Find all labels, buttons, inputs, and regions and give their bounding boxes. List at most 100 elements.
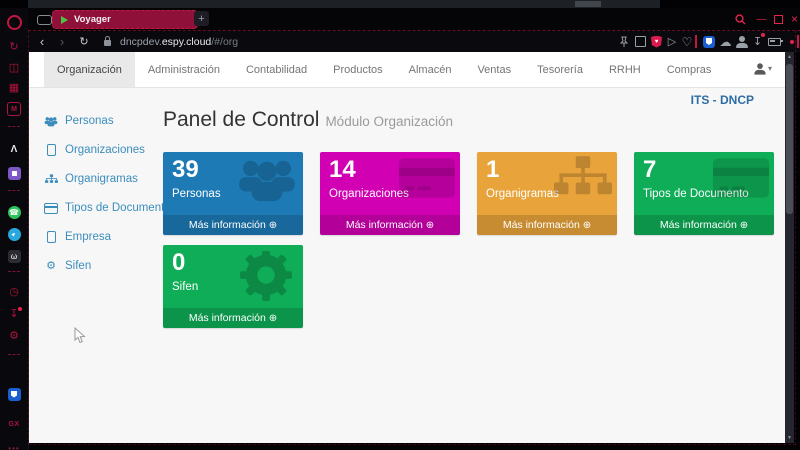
scroll-up-icon[interactable]: ▲: [785, 54, 794, 60]
opera-logo-icon[interactable]: [0, 14, 28, 30]
maximize-icon[interactable]: [771, 12, 786, 26]
page-heading: Panel de ControlMódulo Organización: [163, 108, 453, 132]
plus-circle-icon: ⊕: [269, 220, 277, 231]
cloud-extension-icon[interactable]: ☁: [718, 31, 733, 52]
sidebar-item-personas[interactable]: Personas: [44, 113, 114, 129]
url-field[interactable]: dncpdev.espy.cloud/#/org: [120, 31, 238, 52]
gx-logo-icon[interactable]: GX: [0, 416, 28, 432]
tab-tiling-icon[interactable]: [37, 15, 52, 25]
telegram-icon[interactable]: ▸: [0, 226, 28, 242]
sidebar-item-label: Sifen: [65, 260, 91, 272]
more-info-label: Más información: [189, 312, 266, 324]
bitwarden-extension-icon[interactable]: [701, 31, 717, 52]
page-title: Panel de Control: [163, 108, 319, 131]
bitwarden-icon[interactable]: [0, 386, 28, 402]
scrollbar-thumb[interactable]: [786, 64, 793, 214]
sidebar-item-empresa[interactable]: Empresa: [44, 229, 111, 245]
snapshot-icon[interactable]: [633, 31, 647, 52]
credit-card-icon: [44, 203, 58, 214]
grid-icon[interactable]: ▦: [0, 80, 28, 96]
screen: ↻ ◫ ▦ M Λ ☎ ▸ ω ◷ ↧ ⚙ GX ••• Voyager + —…: [0, 0, 800, 450]
browser-tab[interactable]: Voyager: [52, 10, 198, 29]
twitch-icon[interactable]: [0, 165, 28, 181]
page-scrollbar[interactable]: ▲ ▼: [785, 52, 794, 443]
scroll-down-icon[interactable]: ▼: [785, 435, 794, 441]
more-info-link[interactable]: Más información ⊕: [477, 215, 617, 235]
more-info-link[interactable]: Más información ⊕: [163, 308, 303, 328]
tab-title: Voyager: [74, 14, 111, 25]
accent-divider: [694, 31, 698, 52]
sidebar-more-icon[interactable]: •••: [0, 440, 28, 450]
tab-organizacion[interactable]: Organización: [44, 52, 135, 87]
sidebar-divider: [8, 126, 20, 127]
sidebar-item-organigramas[interactable]: Organigramas: [44, 171, 138, 187]
web-page: Organización Administración Contabilidad…: [29, 52, 785, 443]
plus-circle-icon: ⊕: [583, 220, 591, 231]
back-icon[interactable]: ‹: [34, 31, 50, 52]
more-info-label: Más información: [660, 219, 737, 231]
tab-contabilidad[interactable]: Contabilidad: [233, 52, 320, 87]
users-icon: [44, 116, 58, 127]
background-window-strip: [28, 0, 660, 8]
downloads-icon[interactable]: ↧: [0, 306, 28, 322]
favorites-heart-icon[interactable]: ♡: [680, 31, 694, 52]
battery-icon[interactable]: [766, 31, 782, 52]
minimize-icon[interactable]: —: [754, 12, 769, 26]
more-info-link[interactable]: Más información ⊕: [634, 215, 774, 235]
sitemap-icon: [44, 174, 58, 184]
url-path: /#/org: [211, 36, 238, 48]
tab-rrhh[interactable]: RRHH: [596, 52, 654, 87]
adblock-shield-icon[interactable]: ♥: [649, 31, 664, 52]
user-menu[interactable]: ▾: [757, 63, 772, 74]
tab-almacen[interactable]: Almacén: [396, 52, 465, 87]
sidebar-item-label: Empresa: [65, 231, 111, 243]
aria-ai-icon[interactable]: Λ: [0, 141, 28, 157]
whatsapp-icon[interactable]: ☎: [0, 204, 28, 220]
reload-icon[interactable]: ↻: [76, 31, 92, 52]
sidebar-item-sifen[interactable]: ⚙Sifen: [44, 258, 91, 274]
new-tab-button[interactable]: +: [194, 11, 209, 26]
url-domain: espy.cloud: [162, 36, 211, 48]
m-site-icon[interactable]: M: [0, 101, 28, 117]
credit-card-icon: [399, 156, 455, 205]
app-navbar: Organización Administración Contabilidad…: [29, 52, 785, 88]
account-label: ITS - DNCP: [691, 93, 754, 107]
sidebar-item-tipos-de-documento[interactable]: Tipos de Documento: [44, 200, 171, 216]
card-personas: 39 Personas Más información ⊕: [163, 152, 303, 235]
gx-corner-icon[interactable]: ◫: [0, 60, 28, 76]
discord-icon[interactable]: ω: [0, 248, 28, 264]
more-info-link[interactable]: Más información ⊕: [320, 215, 460, 235]
tab-ventas[interactable]: Ventas: [464, 52, 524, 87]
sidebar-item-organizaciones[interactable]: Organizaciones: [44, 142, 145, 158]
speed-dial-icon[interactable]: ↻: [0, 39, 28, 55]
card-organigramas: 1 Organigramas Más información ⊕: [477, 152, 617, 235]
sidebar-divider: [8, 354, 20, 355]
pin-icon[interactable]: [617, 31, 631, 52]
tab-compras[interactable]: Compras: [654, 52, 725, 87]
url-prefix: dncpdev.: [120, 36, 162, 48]
more-info-link[interactable]: Más información ⊕: [163, 215, 303, 235]
forward-icon[interactable]: ›: [54, 31, 70, 52]
sidebar-play-icon[interactable]: ▷: [665, 31, 679, 52]
profile-extension-icon[interactable]: [734, 31, 749, 52]
sidebar-item-label: Tipos de Documento: [65, 202, 171, 214]
card-value: 14: [329, 156, 356, 184]
tablet-icon: [44, 231, 58, 243]
card-value: 0: [172, 249, 185, 277]
history-icon[interactable]: ◷: [0, 284, 28, 300]
users-icon: [236, 156, 298, 209]
close-icon[interactable]: ×: [787, 12, 800, 26]
tab-administracion[interactable]: Administración: [135, 52, 233, 87]
card-organizaciones: 14 Organizaciones Más información ⊕: [320, 152, 460, 235]
plus-circle-icon: ⊕: [740, 220, 748, 231]
tablet-icon: [44, 144, 58, 156]
downloads-tray-icon[interactable]: ↧: [750, 31, 765, 52]
settings-gear-icon[interactable]: ⚙: [0, 328, 28, 344]
sidebar-item-label: Personas: [65, 115, 114, 127]
site-favicon: [61, 16, 68, 24]
search-icon[interactable]: [733, 12, 748, 26]
tab-productos[interactable]: Productos: [320, 52, 396, 87]
tab-tesoreria[interactable]: Tesorería: [524, 52, 596, 87]
more-info-label: Más información: [346, 219, 423, 231]
lock-icon[interactable]: [100, 31, 114, 52]
